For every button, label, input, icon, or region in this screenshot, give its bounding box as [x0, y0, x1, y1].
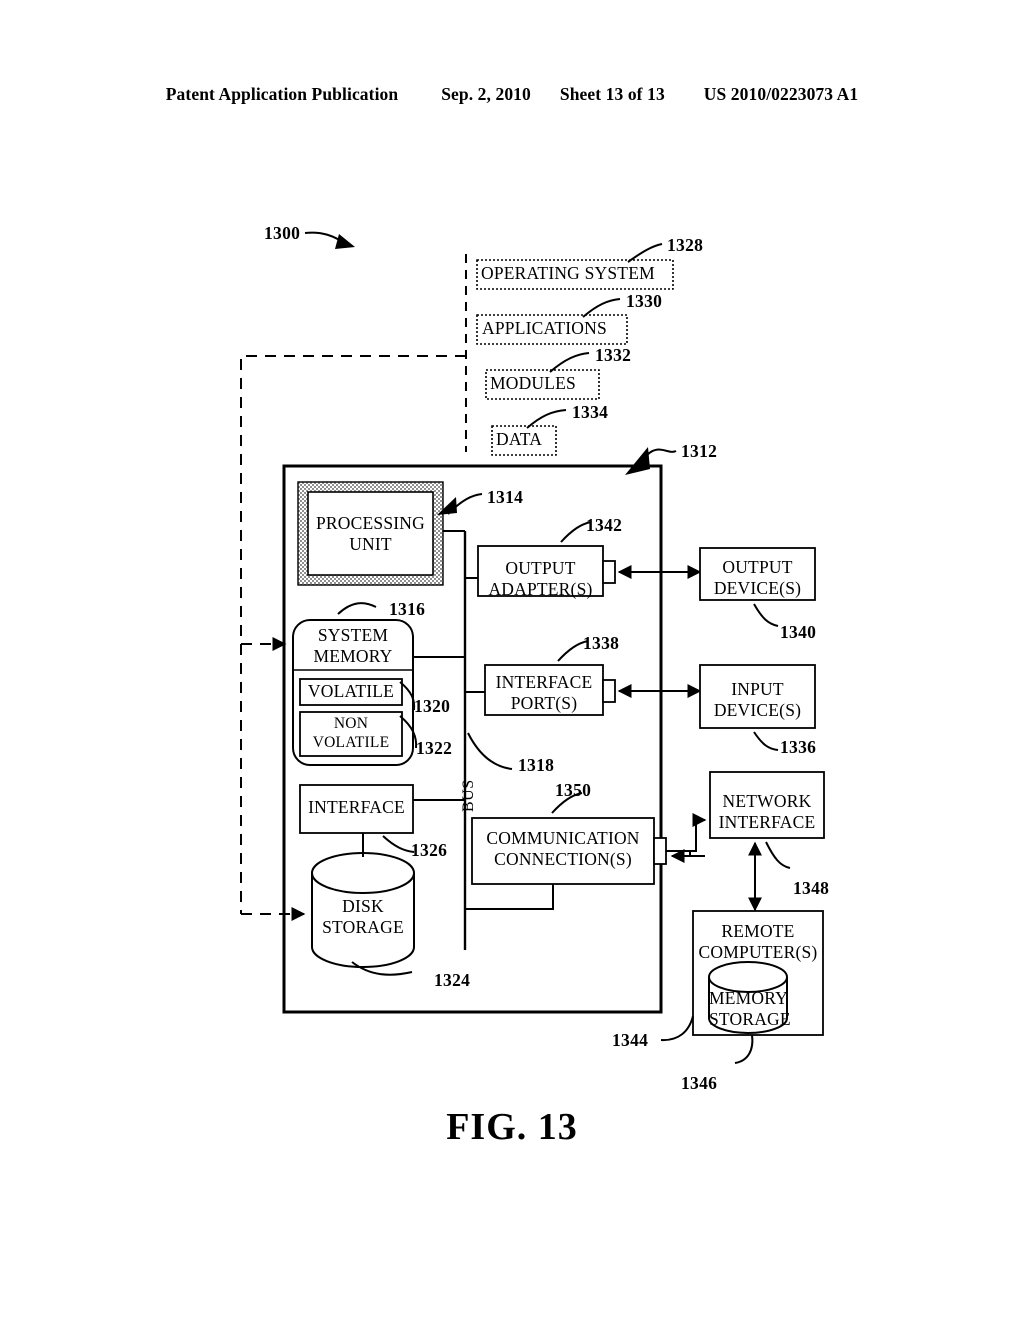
interface-port-connector — [602, 679, 616, 703]
ref-1340: 1340 — [780, 622, 817, 642]
label-bus: BUS — [460, 779, 477, 812]
leader-1336 — [753, 731, 779, 751]
ref-1312: 1312 — [681, 441, 718, 461]
label-disk-storage: DISK STORAGE — [322, 896, 404, 937]
label-volatile: VOLATILE — [307, 681, 395, 701]
disk-storage-top — [311, 852, 415, 894]
ref-1336: 1336 — [780, 737, 817, 757]
ref-1318: 1318 — [518, 755, 555, 775]
leader-1312 — [646, 448, 677, 456]
ref-1320: 1320 — [414, 696, 451, 716]
leader-1340 — [753, 603, 779, 627]
ref-1326: 1326 — [411, 840, 448, 860]
label-communication-connection: COMMUNICATION CONNECTION(S) — [486, 828, 640, 869]
leader-1346 — [734, 1034, 754, 1064]
ref-1330: 1330 — [626, 291, 663, 311]
leader-1348 — [765, 841, 791, 869]
leader-1332 — [549, 352, 590, 373]
ref-1332: 1332 — [595, 345, 632, 365]
ref-1314: 1314 — [487, 487, 524, 507]
ref-1322: 1322 — [416, 738, 453, 758]
label-processing-unit: PROCESSING UNIT — [316, 513, 425, 554]
computer-ref-arrowhead — [625, 447, 650, 475]
bus-to-communication — [465, 884, 554, 910]
label-output-adapter: OUTPUT ADAPTER(S) — [488, 558, 593, 599]
label-operating-system: OPERATING SYSTEM — [481, 263, 655, 283]
leader-1318 — [467, 732, 513, 770]
leader-1326 — [382, 835, 415, 853]
ref-1300: 1300 — [264, 223, 301, 243]
label-network-interface: NETWORK INTERFACE — [718, 791, 816, 832]
system-ref-arrowhead — [335, 234, 355, 249]
output-adapter-port — [602, 560, 616, 584]
label-output-device: OUTPUT DEVICE(S) — [713, 557, 802, 598]
ref-1344: 1344 — [612, 1030, 649, 1050]
label-applications: APPLICATIONS — [482, 318, 607, 338]
label-input-device: INPUT DEVICE(S) — [713, 679, 802, 720]
ref-1342: 1342 — [586, 515, 623, 535]
label-interface-port: INTERFACE PORT(S) — [495, 672, 593, 713]
label-non-volatile: NON VOLATILE — [312, 715, 390, 751]
ref-1316: 1316 — [389, 599, 426, 619]
ref-1350: 1350 — [555, 780, 592, 800]
leader-1344 — [660, 1015, 694, 1042]
label-data: DATA — [496, 429, 543, 449]
label-remote-computer: REMOTE COMPUTER(S) — [698, 921, 818, 962]
ref-1334: 1334 — [572, 402, 609, 422]
ref-1338: 1338 — [583, 633, 620, 653]
label-interface: INTERFACE — [308, 797, 405, 817]
label-system-memory: SYSTEM MEMORY — [313, 625, 393, 666]
label-memory-storage: MEMORY STORAGE — [709, 988, 791, 1029]
ref-1324: 1324 — [434, 970, 471, 990]
ref-1328: 1328 — [667, 235, 704, 255]
ref-1346: 1346 — [681, 1073, 718, 1093]
patent-figure-page: Patent Application Publication Sep. 2, 2… — [0, 0, 1024, 1320]
figure-caption: FIG. 13 — [446, 1106, 578, 1148]
communication-to-network-out — [666, 813, 707, 852]
communication-port — [653, 837, 667, 865]
label-modules: MODULES — [490, 373, 576, 393]
ref-1348: 1348 — [793, 878, 830, 898]
leader-1316 — [337, 602, 377, 615]
